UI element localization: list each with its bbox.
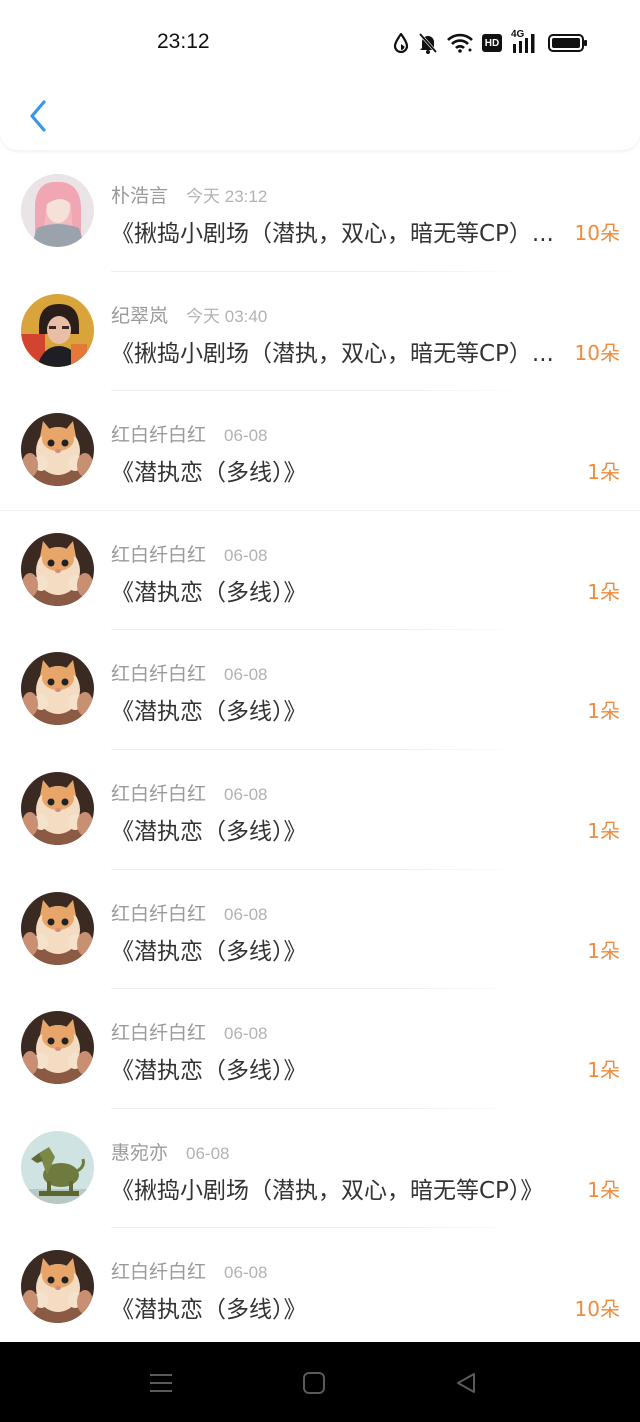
timestamp: 06-08	[224, 1263, 268, 1283]
list-item[interactable]: 红白纤白红 06-08 《潜执恋（多线）》 1朵	[0, 630, 640, 750]
header-bar	[0, 86, 640, 150]
user-name[interactable]: 红白纤白红	[111, 659, 206, 686]
home-square-icon	[303, 1372, 325, 1394]
hd-label: HD	[484, 37, 500, 49]
avatar[interactable]	[21, 174, 94, 247]
status-icons: HD 4G	[393, 29, 588, 56]
timestamp: 06-08	[224, 665, 268, 685]
status-bar: 23:12 HD 4G	[0, 0, 640, 86]
list-item[interactable]: 惠宛亦 06-08 《揪捣小剧场（潜执，双心，暗无等CP）》 1朵	[0, 1109, 640, 1229]
list-item[interactable]: 红白纤白红 06-08 《潜执恋（多线）》 1朵	[0, 391, 640, 511]
name-line: 红白纤白红 06-08	[111, 1257, 268, 1284]
name-line: 红白纤白红 06-08	[111, 779, 268, 806]
work-title[interactable]: 《揪捣小剧场（潜执，双心，暗无等CP）》	[111, 1171, 571, 1205]
flower-count: 1朵	[587, 1058, 620, 1083]
work-title[interactable]: 《潜执恋（多线）》	[111, 932, 571, 966]
list-item[interactable]: 纪翠岚 今天 03:40 《揪捣小剧场（潜执，双心，暗无等CP）... 10朵	[0, 272, 640, 392]
back-nav-button[interactable]	[450, 1368, 482, 1398]
name-line: 红白纤白红 06-08	[111, 420, 268, 447]
timestamp: 06-08	[224, 1024, 268, 1044]
name-line: 纪翠岚 今天 03:40	[111, 301, 267, 328]
flower-count: 1朵	[587, 938, 620, 963]
user-name[interactable]: 红白纤白红	[111, 1018, 206, 1045]
flower-count: 10朵	[574, 340, 620, 365]
work-title[interactable]: 《潜执恋（多线）》	[111, 573, 571, 607]
flower-count: 1朵	[587, 1177, 620, 1202]
avatar[interactable]	[21, 294, 94, 367]
system-nav-bar	[0, 1342, 640, 1422]
timestamp: 06-08	[224, 545, 268, 565]
back-button[interactable]	[20, 98, 56, 134]
avatar[interactable]	[21, 1131, 94, 1204]
user-name[interactable]: 朴浩言	[111, 181, 168, 208]
flower-count: 10朵	[574, 221, 620, 245]
avatar[interactable]	[21, 1011, 94, 1084]
flower-count: 1朵	[587, 460, 620, 485]
chevron-left-icon	[30, 100, 46, 132]
menu-button[interactable]	[145, 1368, 177, 1398]
status-time: 23:12	[157, 30, 210, 53]
name-line: 惠宛亦 06-08	[111, 1138, 230, 1165]
timestamp: 06-08	[224, 784, 268, 804]
list-item[interactable]: 红白纤白红 06-08 《潜执恋（多线）》 1朵	[0, 750, 640, 870]
avatar[interactable]	[21, 1250, 94, 1323]
flower-count: 1朵	[587, 579, 620, 604]
user-name[interactable]: 红白纤白红	[111, 899, 206, 926]
menu-icon	[150, 1374, 172, 1392]
work-title[interactable]: 《潜执恋（多线）》	[111, 812, 571, 846]
avatar[interactable]	[21, 413, 94, 486]
battery-icon	[548, 33, 588, 53]
wifi-icon	[447, 33, 473, 53]
4g-signal-icon: 4G	[511, 29, 539, 54]
timestamp: 今天 03:40	[186, 306, 268, 326]
bell-muted-icon	[418, 32, 438, 54]
name-line: 红白纤白红 06-08	[111, 1018, 268, 1045]
name-line: 红白纤白红 06-08	[111, 899, 268, 926]
user-name[interactable]: 纪翠岚	[111, 301, 168, 328]
user-name[interactable]: 红白纤白红	[111, 779, 206, 806]
work-title[interactable]: 《潜执恋（多线）》	[111, 1290, 571, 1324]
hd-icon: HD	[482, 34, 502, 52]
list-item[interactable]: 红白纤白红 06-08 《潜执恋（多线）》 1朵	[0, 870, 640, 990]
water-drop-icon	[393, 33, 409, 53]
list-item[interactable]: 红白纤白红 06-08 《潜执恋（多线）》 1朵	[0, 989, 640, 1109]
work-title[interactable]: 《揪捣小剧场（潜执，双心，暗无等CP）...	[111, 334, 571, 368]
flower-count: 1朵	[587, 818, 620, 843]
home-button[interactable]	[298, 1368, 330, 1398]
flower-count: 1朵	[587, 699, 620, 724]
list-item[interactable]: 朴浩言 今天 23:12 《揪捣小剧场（潜执，双心，暗无等CP）... 10朵	[0, 152, 640, 272]
timestamp: 06-08	[224, 904, 268, 924]
user-name[interactable]: 惠宛亦	[111, 1138, 168, 1165]
user-name[interactable]: 红白纤白红	[111, 1257, 206, 1284]
timestamp: 06-08	[224, 426, 268, 446]
timestamp: 06-08	[186, 1143, 230, 1163]
work-title[interactable]: 《潜执恋（多线）》	[111, 692, 571, 726]
user-name[interactable]: 红白纤白红	[111, 540, 206, 567]
name-line: 红白纤白红 06-08	[111, 540, 268, 567]
flower-records-list: 朴浩言 今天 23:12 《揪捣小剧场（潜执，双心，暗无等CP）... 10朵 …	[0, 152, 640, 1348]
list-item[interactable]: 红白纤白红 06-08 《潜执恋（多线）》 1朵	[0, 511, 640, 631]
name-line: 红白纤白红 06-08	[111, 659, 268, 686]
avatar[interactable]	[21, 772, 94, 845]
user-name[interactable]: 红白纤白红	[111, 420, 206, 447]
work-title[interactable]: 《潜执恋（多线）》	[111, 1051, 571, 1085]
work-title[interactable]: 《揪捣小剧场（潜执，双心，暗无等CP）...	[111, 214, 571, 248]
timestamp: 今天 23:12	[186, 187, 268, 206]
avatar[interactable]	[21, 892, 94, 965]
work-title[interactable]: 《潜执恋（多线）》	[111, 453, 571, 487]
avatar[interactable]	[21, 533, 94, 606]
flower-count: 10朵	[574, 1297, 620, 1322]
avatar[interactable]	[21, 652, 94, 725]
list-item[interactable]: 红白纤白红 06-08 《潜执恋（多线）》 10朵	[0, 1228, 640, 1348]
name-line: 朴浩言 今天 23:12	[111, 181, 267, 208]
back-triangle-icon	[457, 1373, 475, 1393]
